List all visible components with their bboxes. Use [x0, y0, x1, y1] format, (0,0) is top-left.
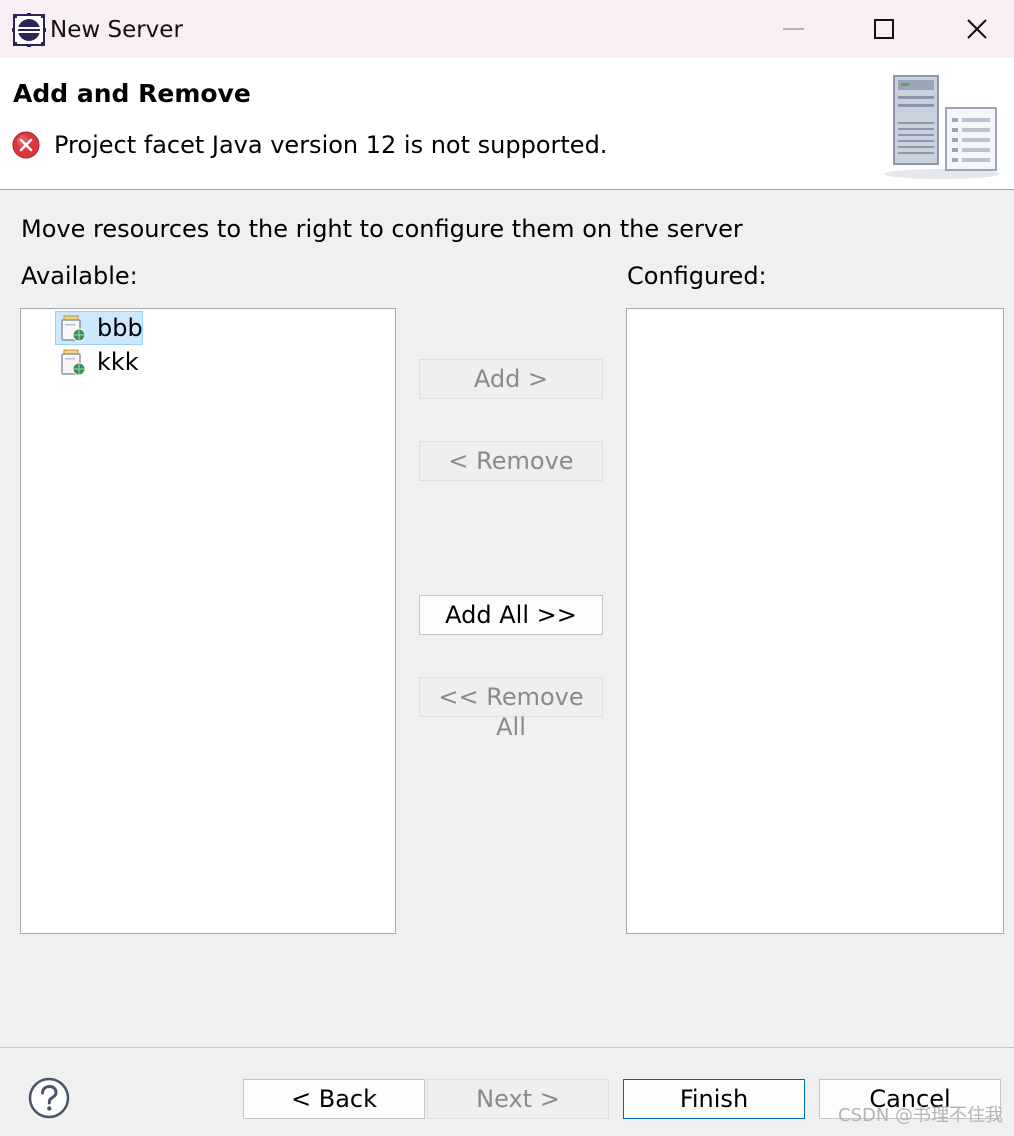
remove-button[interactable]: < Remove	[419, 441, 603, 481]
footer-separator	[0, 1047, 1014, 1048]
minimize-icon	[783, 28, 804, 30]
configured-list[interactable]	[626, 308, 1004, 934]
available-item-label: bbb	[97, 314, 143, 342]
watermark: CSDN @书理不住我	[838, 1105, 1004, 1126]
server-wizard-icon	[882, 74, 1002, 180]
help-icon	[28, 1077, 70, 1119]
remove-all-button[interactable]: << Remove All	[419, 677, 603, 741]
configured-label: Configured:	[627, 262, 767, 290]
close-icon	[967, 19, 987, 39]
available-list[interactable]: bbb kkk	[20, 308, 396, 934]
web-project-icon	[61, 349, 87, 377]
maximize-button[interactable]	[838, 0, 930, 58]
wizard-banner: Add and Remove Project facet Java versio…	[0, 58, 1014, 190]
add-button[interactable]: Add >	[419, 359, 603, 399]
help-button[interactable]	[27, 1076, 71, 1120]
back-button[interactable]: < Back	[243, 1079, 425, 1119]
available-item-label: kkk	[97, 348, 139, 376]
web-project-icon	[61, 315, 87, 343]
next-button[interactable]: Next >	[427, 1079, 609, 1119]
maximize-icon	[874, 19, 894, 39]
close-button[interactable]	[930, 0, 1014, 58]
error-message: Project facet Java version 12 is not sup…	[54, 131, 608, 159]
error-icon	[12, 131, 40, 159]
minimize-button[interactable]	[748, 0, 840, 58]
available-label: Available:	[21, 262, 138, 290]
instructions-text: Move resources to the right to configure…	[21, 215, 743, 243]
eclipse-icon	[12, 13, 46, 47]
new-server-dialog: New Server Add and Remove Project facet …	[0, 0, 1014, 1136]
title-bar: New Server	[0, 0, 1014, 58]
window-title: New Server	[50, 17, 183, 43]
page-title: Add and Remove	[13, 79, 251, 108]
add-all-button[interactable]: Add All >>	[419, 595, 603, 635]
finish-button[interactable]: Finish	[623, 1079, 805, 1119]
